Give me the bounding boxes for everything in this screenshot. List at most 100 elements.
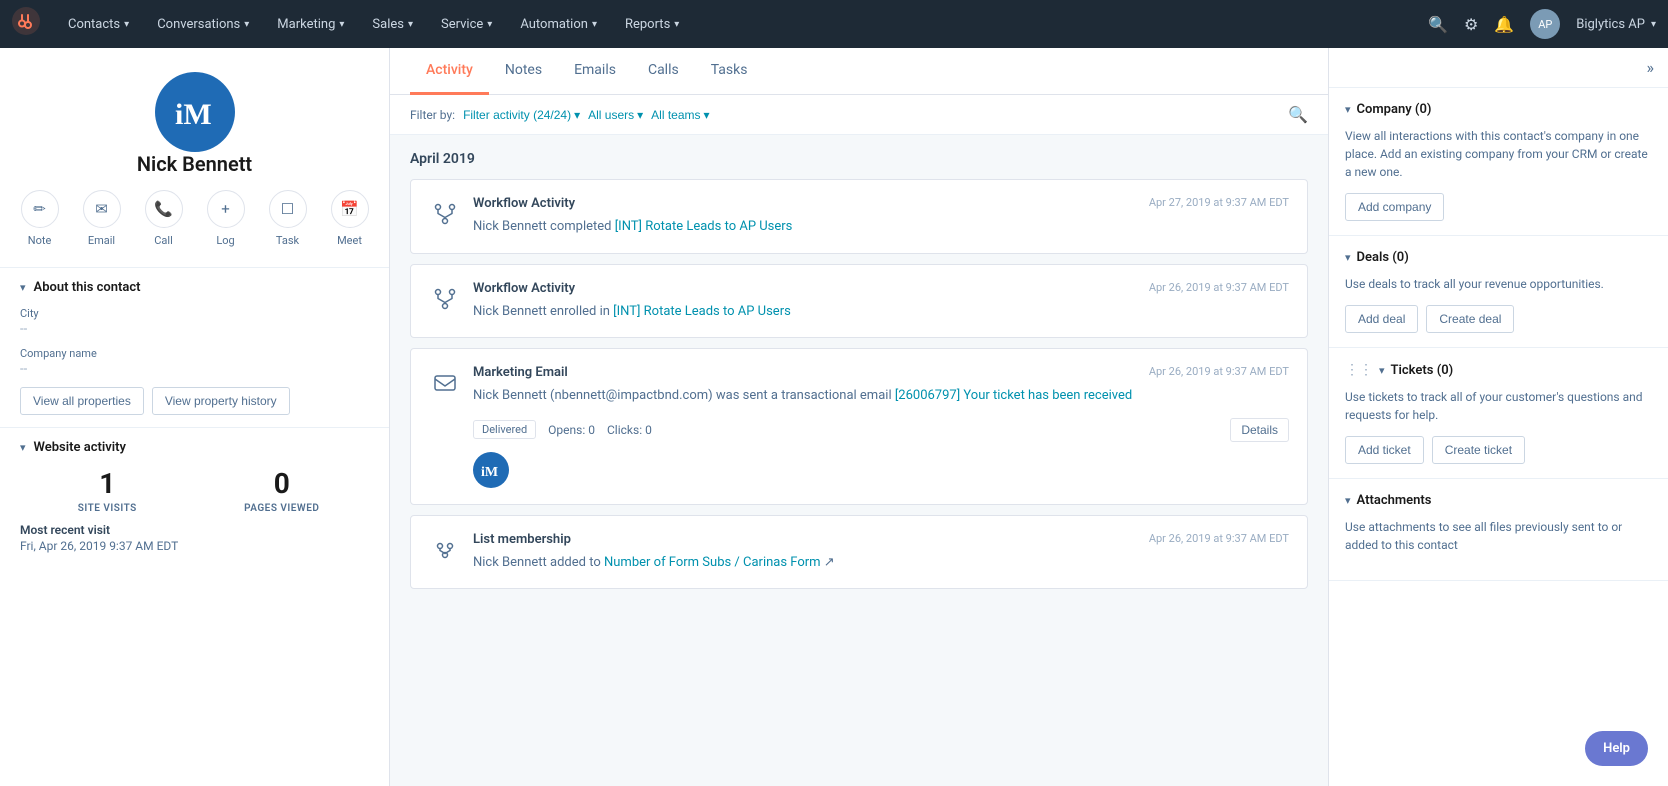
most-recent-label: Most recent visit (20, 523, 369, 537)
tickets-section-header[interactable]: ⋮⋮ ▾ Tickets (0) (1345, 362, 1652, 378)
user-menu[interactable]: Biglytics AP ▾ (1576, 17, 1656, 32)
workflow-link[interactable]: [INT] Rotate Leads to AP Users (615, 219, 793, 234)
meet-icon: 📅 (331, 190, 369, 228)
activity-tabs: Activity Notes Emails Calls Tasks (390, 48, 1328, 95)
activity-title-row: List membership Apr 26, 2019 at 9:37 AM … (473, 532, 1289, 547)
marketing-email-card: Marketing Email Apr 26, 2019 at 9:37 AM … (410, 348, 1308, 505)
email-status-row: Delivered Opens: 0 Clicks: 0 Details (473, 418, 1289, 442)
activity-title: Marketing Email (473, 365, 568, 380)
chevron-icon: ▾ (592, 19, 597, 30)
tab-calls[interactable]: Calls (632, 48, 695, 95)
add-deal-button[interactable]: Add deal (1345, 305, 1418, 333)
view-all-properties-button[interactable]: View all properties (20, 387, 144, 415)
activity-header: List membership Apr 26, 2019 at 9:37 AM … (429, 532, 1289, 573)
all-teams-filter-button[interactable]: All teams ▾ (651, 108, 709, 122)
details-button[interactable]: Details (1230, 418, 1289, 442)
action-note[interactable]: ✏ Note (21, 190, 59, 247)
pages-viewed-stat: 0 PAGES VIEWED (195, 467, 370, 515)
website-activity-header[interactable]: ▾ Website activity (20, 440, 369, 455)
tab-tasks[interactable]: Tasks (695, 48, 764, 95)
action-log[interactable]: + Log (207, 190, 245, 247)
chevron-down-icon: ▾ (1345, 494, 1351, 507)
workflow-activity-card-1: Workflow Activity Apr 27, 2019 at 9:37 A… (410, 179, 1308, 254)
search-icon[interactable]: 🔍 (1428, 15, 1448, 34)
tab-notes[interactable]: Notes (489, 48, 558, 95)
tickets-section: ⋮⋮ ▾ Tickets (0) Use tickets to track al… (1329, 348, 1668, 479)
chevron-down-icon: ▾ (1345, 251, 1351, 264)
filter-bar: Filter by: Filter activity (24/24) ▾ All… (390, 95, 1328, 135)
deals-section-desc: Use deals to track all your revenue oppo… (1345, 275, 1652, 293)
month-header: April 2019 (410, 151, 1308, 167)
list-membership-card: List membership Apr 26, 2019 at 9:37 AM … (410, 515, 1308, 590)
task-icon: ☐ (269, 190, 307, 228)
tickets-buttons: Add ticket Create ticket (1345, 436, 1652, 464)
nav-right-actions: 🔍 ⚙ 🔔 AP Biglytics AP ▾ (1428, 9, 1656, 39)
activity-body: Workflow Activity Apr 27, 2019 at 9:37 A… (473, 196, 1289, 237)
hubspot-logo[interactable] (12, 7, 40, 41)
nav-reports[interactable]: Reports ▾ (613, 0, 691, 48)
activity-body: Marketing Email Apr 26, 2019 at 9:37 AM … (473, 365, 1289, 488)
left-sidebar: iM Nick Bennett ✏ Note ✉ Email 📞 Call (0, 48, 390, 786)
activity-header: Marketing Email Apr 26, 2019 at 9:37 AM … (429, 365, 1289, 488)
company-section: ▾ Company (0) View all interactions with… (1329, 88, 1668, 236)
action-email[interactable]: ✉ Email (83, 190, 121, 247)
tab-activity[interactable]: Activity (410, 48, 489, 95)
attachments-section-header[interactable]: ▾ Attachments (1345, 493, 1652, 508)
create-ticket-button[interactable]: Create ticket (1432, 436, 1525, 464)
filter-activity-button[interactable]: Filter activity (24/24) ▾ (463, 108, 580, 122)
nav-contacts[interactable]: Contacts ▾ (56, 0, 141, 48)
add-company-button[interactable]: Add company (1345, 193, 1444, 221)
attachments-section: ▾ Attachments Use attachments to see all… (1329, 479, 1668, 581)
view-property-history-button[interactable]: View property history (152, 387, 290, 415)
activity-title-row: Workflow Activity Apr 27, 2019 at 9:37 A… (473, 196, 1289, 211)
activity-date: Apr 26, 2019 at 9:37 AM EDT (1149, 365, 1289, 378)
nav-automation[interactable]: Automation ▾ (508, 0, 609, 48)
email-extras: Delivered Opens: 0 Clicks: 0 Details (473, 418, 1289, 488)
log-icon: + (207, 190, 245, 228)
nav-marketing[interactable]: Marketing ▾ (265, 0, 356, 48)
top-navigation: Contacts ▾ Conversations ▾ Marketing ▾ S… (0, 0, 1668, 48)
clicks-label: Clicks: 0 (607, 423, 652, 437)
right-sidebar: » ▾ Company (0) View all interactions wi… (1328, 48, 1668, 786)
company-section-header[interactable]: ▾ Company (0) (1345, 102, 1652, 117)
settings-icon[interactable]: ⚙ (1464, 15, 1478, 34)
action-call[interactable]: 📞 Call (145, 190, 183, 247)
activity-desc: Nick Bennett completed [INT] Rotate Lead… (473, 217, 1289, 237)
activity-date: Apr 26, 2019 at 9:37 AM EDT (1149, 281, 1289, 294)
page-wrapper: iM Nick Bennett ✏ Note ✉ Email 📞 Call (0, 48, 1668, 786)
activity-title: Workflow Activity (473, 196, 575, 211)
company-section-desc: View all interactions with this contact'… (1345, 127, 1652, 181)
website-activity-title: Website activity (34, 440, 126, 455)
add-ticket-button[interactable]: Add ticket (1345, 436, 1424, 464)
all-users-filter-button[interactable]: All users ▾ (588, 108, 643, 122)
tab-emails[interactable]: Emails (558, 48, 632, 95)
filter-label: Filter by: (410, 108, 455, 122)
expand-icon[interactable]: » (1647, 58, 1655, 77)
notifications-icon[interactable]: 🔔 (1494, 15, 1514, 34)
activity-desc: Nick Bennett added to Number of Form Sub… (473, 553, 1289, 573)
help-button[interactable]: Help (1585, 731, 1648, 766)
chevron-down-icon: ▾ (637, 108, 643, 122)
email-sender-logo: iM (473, 452, 509, 488)
nav-service[interactable]: Service ▾ (429, 0, 504, 48)
search-icon[interactable]: 🔍 (1288, 105, 1308, 124)
email-ticket-link[interactable]: [26006797] Your ticket has been received (895, 388, 1132, 403)
deals-section-title: Deals (0) (1357, 250, 1409, 265)
nav-sales[interactable]: Sales ▾ (360, 0, 425, 48)
deals-section-header[interactable]: ▾ Deals (0) (1345, 250, 1652, 265)
contact-avatar: iM (155, 72, 235, 152)
about-section-header[interactable]: ▾ About this contact (20, 280, 369, 295)
workflow-link[interactable]: [INT] Rotate Leads to AP Users (613, 304, 791, 319)
activity-header: Workflow Activity Apr 26, 2019 at 9:37 A… (429, 281, 1289, 322)
nav-conversations[interactable]: Conversations ▾ (145, 0, 261, 48)
drag-handle-icon[interactable]: ⋮⋮ (1345, 362, 1373, 378)
action-meet[interactable]: 📅 Meet (331, 190, 369, 247)
chevron-icon: ▾ (124, 19, 129, 30)
user-avatar[interactable]: AP (1530, 9, 1560, 39)
workflow-icon (429, 283, 461, 315)
action-task[interactable]: ☐ Task (269, 190, 307, 247)
list-link[interactable]: Number of Form Subs / Carinas Form (604, 555, 821, 570)
create-deal-button[interactable]: Create deal (1426, 305, 1514, 333)
website-stats: 1 SITE VISITS 0 PAGES VIEWED (20, 467, 369, 515)
workflow-activity-card-2: Workflow Activity Apr 26, 2019 at 9:37 A… (410, 264, 1308, 339)
